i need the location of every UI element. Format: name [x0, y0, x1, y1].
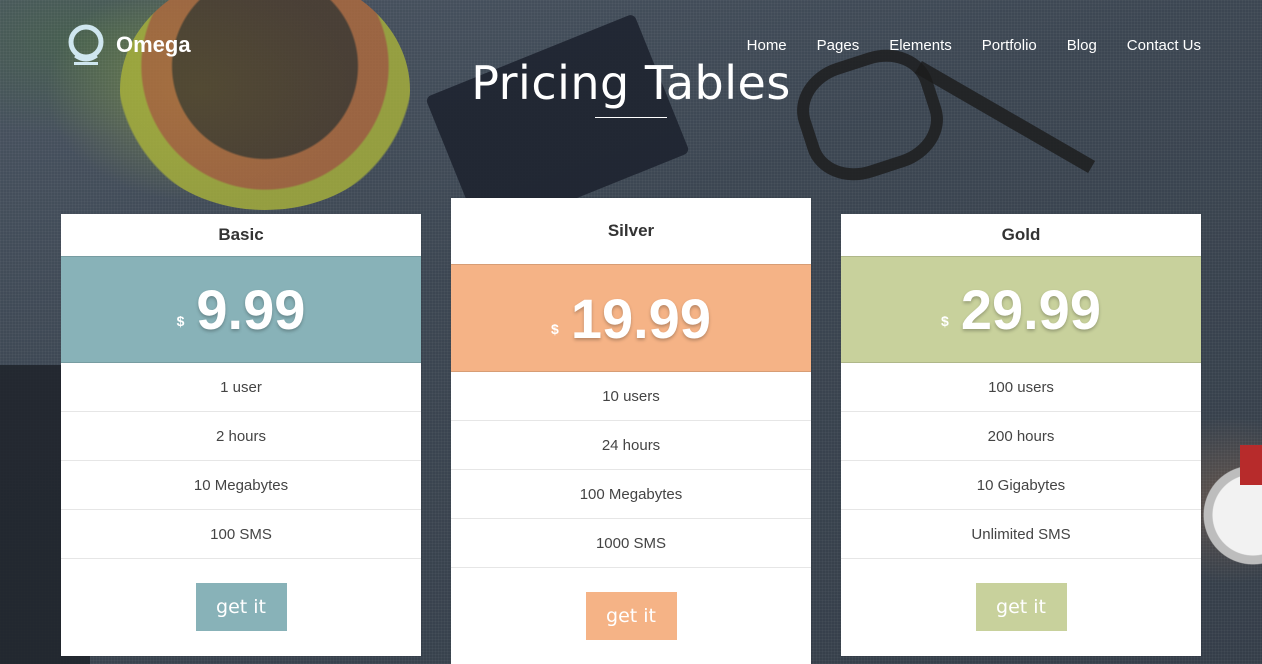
feature-users: 1 user	[61, 363, 421, 412]
currency-symbol: $	[176, 312, 185, 329]
feature-storage: 10 Megabytes	[61, 461, 421, 510]
nav-contact-us[interactable]: Contact Us	[1127, 37, 1201, 54]
feature-storage: 100 Megabytes	[451, 470, 811, 519]
feature-storage: 10 Gigabytes	[841, 461, 1201, 510]
price-block: $ 29.99	[841, 256, 1201, 363]
pricing-card-silver: Silver $ 19.99 10 users 24 hours 100 Meg…	[451, 198, 811, 664]
plan-name: Gold	[1001, 225, 1041, 244]
main-nav: Home Pages Elements Portfolio Blog Conta…	[747, 37, 1201, 54]
price-amount: 9.99	[196, 278, 306, 341]
pricing-card-gold: Gold $ 29.99 100 users 200 hours 10 Giga…	[841, 214, 1201, 656]
nav-blog[interactable]: Blog	[1067, 37, 1097, 54]
currency-symbol: $	[551, 321, 559, 337]
get-it-button-basic[interactable]: get it	[195, 583, 287, 631]
plan-name: Basic	[218, 225, 264, 244]
feature-sms: Unlimited SMS	[841, 510, 1201, 559]
nav-pages[interactable]: Pages	[817, 37, 860, 54]
feature-hours: 200 hours	[841, 412, 1201, 461]
get-it-button-gold[interactable]: get it	[975, 583, 1067, 631]
button-row: get it	[841, 559, 1201, 631]
nav-elements[interactable]: Elements	[889, 37, 952, 54]
nav-portfolio[interactable]: Portfolio	[982, 37, 1037, 54]
currency-symbol: $	[941, 312, 949, 329]
feature-sms: 100 SMS	[61, 510, 421, 559]
get-it-button-silver[interactable]: get it	[585, 592, 677, 640]
feature-hours: 24 hours	[451, 421, 811, 470]
price-block: $ 19.99	[451, 264, 811, 372]
feature-users: 10 users	[451, 372, 811, 421]
watch-strap-decoration	[1240, 445, 1262, 485]
feature-hours: 2 hours	[61, 412, 421, 461]
brand-name: Omega	[116, 32, 191, 57]
button-row: get it	[61, 559, 421, 631]
price-block: $ 9.99	[61, 256, 421, 363]
button-row: get it	[451, 568, 811, 640]
nav-home[interactable]: Home	[747, 37, 787, 54]
price-amount: 19.99	[570, 286, 711, 350]
title-section: Pricing Tables	[0, 56, 1262, 110]
price-amount: 29.99	[960, 278, 1101, 341]
page-title: Pricing Tables	[471, 56, 791, 110]
feature-users: 100 users	[841, 363, 1201, 412]
feature-sms: 1000 SMS	[451, 519, 811, 568]
title-underline	[595, 117, 667, 118]
pricing-card-basic: Basic $ 9.99 1 user 2 hours 10 Megabytes…	[61, 214, 421, 656]
plan-name: Silver	[607, 221, 655, 240]
